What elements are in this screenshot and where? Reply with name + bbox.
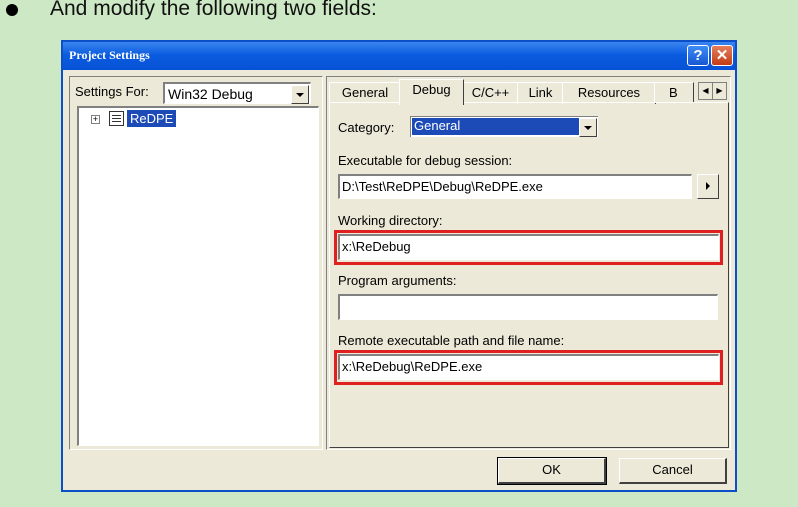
tab-debug[interactable]: Debug (399, 79, 464, 105)
dialog-titlebar[interactable]: Project Settings ? ✕ (63, 42, 735, 70)
workdir-field[interactable]: x:\ReDebug (338, 234, 719, 260)
help-icon[interactable]: ? (687, 45, 709, 66)
project-settings-dialog: Project Settings ? ✕ Settings For: Win32… (61, 40, 737, 492)
exec-field[interactable]: D:\Test\ReDPE\Debug\ReDPE.exe (338, 174, 692, 199)
tree-item-redpe[interactable]: ReDPE (127, 110, 177, 127)
workdir-value: x:\ReDebug (342, 239, 411, 254)
category-value: General (412, 118, 580, 135)
tab-browse-info[interactable]: B (654, 82, 694, 103)
tab-strip: General Debug C/C++ Link Resources B ◀ ▶ (329, 79, 729, 105)
project-tree[interactable]: + ReDPE (77, 106, 319, 446)
project-icon (109, 111, 124, 126)
dropdown-arrow-icon[interactable] (291, 85, 309, 104)
cancel-button[interactable]: Cancel (619, 458, 727, 484)
dropdown-arrow-icon[interactable] (579, 118, 597, 137)
remote-label: Remote executable path and file name: (338, 333, 565, 348)
settings-for-label: Settings For: (75, 84, 149, 99)
remote-value: x:\ReDebug\ReDPE.exe (342, 359, 483, 374)
category-select[interactable]: General (410, 116, 598, 137)
args-field[interactable] (338, 294, 718, 320)
category-label: Category: (338, 120, 395, 135)
tab-general[interactable]: General (329, 82, 401, 104)
dialog-title: Project Settings (69, 48, 150, 62)
settings-for-value: Win32 Debug (168, 86, 253, 102)
tree-expander-icon[interactable]: + (91, 115, 100, 124)
tab-link[interactable]: Link (517, 82, 564, 104)
settings-for-select[interactable]: Win32 Debug (163, 82, 311, 104)
tab-cpp[interactable]: C/C++ (462, 82, 519, 104)
args-label: Program arguments: (338, 273, 457, 288)
tab-scroll-right-icon[interactable]: ▶ (712, 82, 727, 100)
tab-resources[interactable]: Resources (562, 82, 656, 104)
tab-scroll-left-icon[interactable]: ◀ (698, 82, 713, 100)
close-icon[interactable]: ✕ (711, 45, 733, 66)
workdir-label: Working directory: (338, 213, 443, 228)
bullet-icon (6, 4, 18, 16)
ok-button[interactable]: OK (497, 457, 607, 485)
exec-value: D:\Test\ReDPE\Debug\ReDPE.exe (342, 179, 543, 194)
browse-arrow-icon[interactable] (697, 174, 719, 199)
instruction-text: And modify the following two fields: (50, 0, 377, 20)
exec-label: Executable for debug session: (338, 153, 513, 168)
remote-field[interactable]: x:\ReDebug\ReDPE.exe (338, 354, 719, 380)
